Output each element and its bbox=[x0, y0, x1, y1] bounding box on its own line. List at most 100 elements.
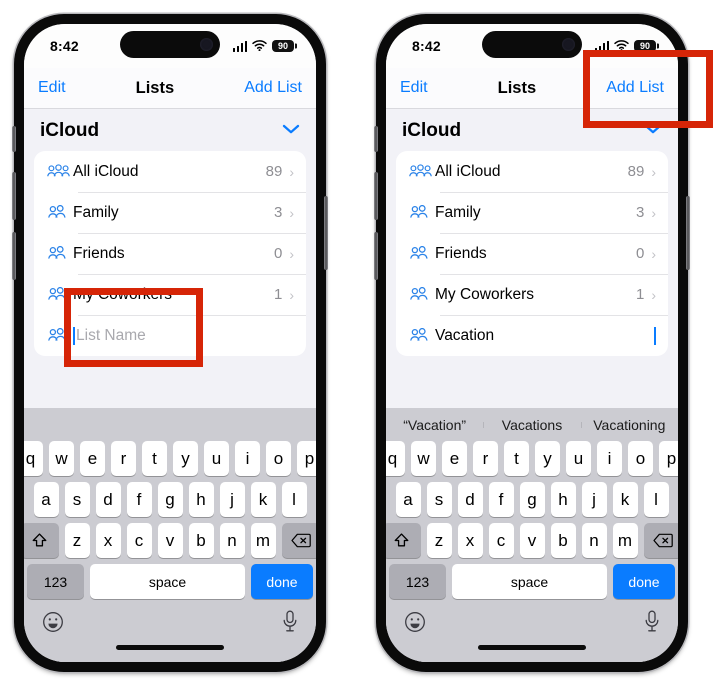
key-g[interactable]: g bbox=[157, 482, 183, 517]
key-t[interactable]: t bbox=[504, 441, 529, 476]
prediction-3[interactable]: Vacationing bbox=[580, 417, 678, 433]
key-n[interactable]: n bbox=[581, 523, 607, 558]
done-key[interactable]: done bbox=[251, 564, 313, 599]
key-q[interactable]: q bbox=[24, 441, 43, 476]
key-f[interactable]: f bbox=[126, 482, 152, 517]
volume-down-button[interactable] bbox=[374, 232, 378, 280]
icloud-section-header[interactable]: iCloud bbox=[24, 109, 316, 151]
key-d[interactable]: d bbox=[457, 482, 483, 517]
key-d[interactable]: d bbox=[95, 482, 121, 517]
shift-arrow-icon[interactable] bbox=[24, 523, 59, 558]
key-u[interactable]: u bbox=[204, 441, 229, 476]
key-i[interactable]: i bbox=[597, 441, 622, 476]
table-row[interactable]: Friends 0 › bbox=[396, 233, 668, 274]
emoji-smiley-icon[interactable] bbox=[404, 611, 426, 638]
table-row[interactable]: My Coworkers 1 › bbox=[396, 274, 668, 315]
done-key[interactable]: done bbox=[613, 564, 675, 599]
key-h[interactable]: h bbox=[550, 482, 576, 517]
table-row[interactable]: All iCloud 89 › bbox=[396, 151, 668, 192]
key-v[interactable]: v bbox=[519, 523, 545, 558]
microphone-icon[interactable] bbox=[644, 610, 660, 638]
edit-button[interactable]: Edit bbox=[400, 79, 428, 97]
silent-switch[interactable] bbox=[374, 126, 378, 152]
key-z[interactable]: z bbox=[64, 523, 90, 558]
list-name-input[interactable]: List Name bbox=[76, 327, 294, 345]
key-i[interactable]: i bbox=[235, 441, 260, 476]
microphone-icon[interactable] bbox=[282, 610, 298, 638]
chevron-down-icon[interactable] bbox=[282, 122, 300, 140]
silent-switch[interactable] bbox=[12, 126, 16, 152]
key-t[interactable]: t bbox=[142, 441, 167, 476]
key-j[interactable]: j bbox=[581, 482, 607, 517]
key-o[interactable]: o bbox=[628, 441, 653, 476]
key-g[interactable]: g bbox=[519, 482, 545, 517]
delete-backward-icon[interactable] bbox=[281, 523, 316, 558]
key-w[interactable]: w bbox=[411, 441, 436, 476]
key-k[interactable]: k bbox=[612, 482, 638, 517]
space-key[interactable]: space bbox=[452, 564, 607, 599]
emoji-smiley-icon[interactable] bbox=[42, 611, 64, 638]
numbers-key[interactable]: 123 bbox=[27, 564, 84, 599]
key-o[interactable]: o bbox=[266, 441, 291, 476]
new-list-row[interactable]: List Name bbox=[34, 315, 306, 356]
shift-arrow-icon[interactable] bbox=[386, 523, 421, 558]
key-j[interactable]: j bbox=[219, 482, 245, 517]
key-x[interactable]: x bbox=[95, 523, 121, 558]
volume-up-button[interactable] bbox=[12, 172, 16, 220]
key-r[interactable]: r bbox=[473, 441, 498, 476]
power-button[interactable] bbox=[324, 196, 328, 270]
home-indicator[interactable] bbox=[24, 645, 316, 662]
chevron-down-icon[interactable] bbox=[644, 122, 662, 140]
prediction-2[interactable]: Vacations bbox=[483, 417, 580, 433]
key-c[interactable]: c bbox=[126, 523, 152, 558]
new-list-row[interactable]: Vacation bbox=[396, 315, 668, 356]
key-c[interactable]: c bbox=[488, 523, 514, 558]
key-r[interactable]: r bbox=[111, 441, 136, 476]
key-k[interactable]: k bbox=[250, 482, 276, 517]
key-v[interactable]: v bbox=[157, 523, 183, 558]
key-b[interactable]: b bbox=[550, 523, 576, 558]
key-m[interactable]: m bbox=[250, 523, 276, 558]
add-list-button[interactable]: Add List bbox=[244, 79, 302, 97]
key-l[interactable]: l bbox=[643, 482, 669, 517]
key-y[interactable]: y bbox=[535, 441, 560, 476]
row-label: My Coworkers bbox=[435, 285, 535, 303]
table-row[interactable]: Family 3 › bbox=[396, 192, 668, 233]
key-s[interactable]: s bbox=[64, 482, 90, 517]
table-row[interactable]: Friends 0 › bbox=[34, 233, 306, 274]
key-x[interactable]: x bbox=[457, 523, 483, 558]
key-p[interactable]: p bbox=[297, 441, 316, 476]
key-a[interactable]: a bbox=[395, 482, 421, 517]
key-n[interactable]: n bbox=[219, 523, 245, 558]
edit-button[interactable]: Edit bbox=[38, 79, 66, 97]
delete-backward-icon[interactable] bbox=[643, 523, 678, 558]
power-button[interactable] bbox=[686, 196, 690, 270]
home-indicator[interactable] bbox=[386, 645, 678, 662]
table-row[interactable]: My Coworkers 1 › bbox=[34, 274, 306, 315]
key-e[interactable]: e bbox=[442, 441, 467, 476]
add-list-button[interactable]: Add List bbox=[606, 79, 664, 97]
key-m[interactable]: m bbox=[612, 523, 638, 558]
volume-up-button[interactable] bbox=[374, 172, 378, 220]
key-e[interactable]: e bbox=[80, 441, 105, 476]
key-b[interactable]: b bbox=[188, 523, 214, 558]
key-l[interactable]: l bbox=[281, 482, 307, 517]
key-z[interactable]: z bbox=[426, 523, 452, 558]
space-key[interactable]: space bbox=[90, 564, 245, 599]
key-s[interactable]: s bbox=[426, 482, 452, 517]
list-name-input[interactable]: Vacation bbox=[435, 327, 655, 345]
numbers-key[interactable]: 123 bbox=[389, 564, 446, 599]
key-u[interactable]: u bbox=[566, 441, 591, 476]
table-row[interactable]: All iCloud 89 › bbox=[34, 151, 306, 192]
key-h[interactable]: h bbox=[188, 482, 214, 517]
key-w[interactable]: w bbox=[49, 441, 74, 476]
prediction-1[interactable]: “Vacation” bbox=[386, 417, 483, 433]
icloud-section-header[interactable]: iCloud bbox=[386, 109, 678, 151]
key-a[interactable]: a bbox=[33, 482, 59, 517]
table-row[interactable]: Family 3 › bbox=[34, 192, 306, 233]
key-q[interactable]: q bbox=[386, 441, 405, 476]
key-f[interactable]: f bbox=[488, 482, 514, 517]
key-p[interactable]: p bbox=[659, 441, 678, 476]
volume-down-button[interactable] bbox=[12, 232, 16, 280]
key-y[interactable]: y bbox=[173, 441, 198, 476]
